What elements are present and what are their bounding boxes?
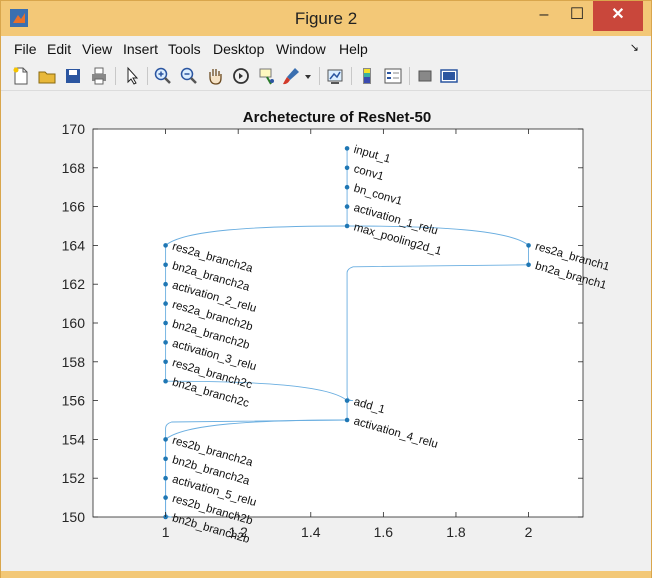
print-icon[interactable] bbox=[89, 66, 109, 86]
y-tick-label: 170 bbox=[62, 121, 86, 137]
graph-node-marker[interactable] bbox=[526, 262, 531, 268]
x-tick-label: 1.6 bbox=[374, 524, 394, 540]
brush-icon[interactable] bbox=[281, 66, 301, 86]
graph-node-marker[interactable] bbox=[344, 398, 350, 403]
y-tick-label: 154 bbox=[62, 431, 86, 447]
close-button[interactable]: ✕ bbox=[593, 1, 643, 31]
x-tick-label: 2 bbox=[525, 524, 533, 540]
legend-icon[interactable] bbox=[383, 66, 403, 86]
y-tick-label: 166 bbox=[62, 199, 86, 215]
graph-node-marker[interactable] bbox=[163, 243, 168, 248]
maximize-button[interactable]: ☐ bbox=[561, 1, 593, 31]
menu-insert[interactable]: Insert bbox=[123, 41, 158, 57]
menu-edit[interactable]: Edit bbox=[47, 41, 71, 57]
menu-desktop[interactable]: Desktop bbox=[213, 41, 264, 57]
menu-bar: File Edit View Insert Tools Desktop Wind… bbox=[1, 37, 651, 61]
title-bar[interactable]: Figure 2 – ☐ ✕ bbox=[1, 1, 651, 36]
menu-overflow-icon[interactable]: ↘ bbox=[630, 41, 639, 54]
toolbar bbox=[1, 62, 651, 91]
rotate-3d-icon[interactable] bbox=[231, 66, 251, 86]
graph-node-marker[interactable] bbox=[163, 495, 168, 500]
y-tick-label: 156 bbox=[62, 393, 86, 409]
toolbar-separator bbox=[319, 67, 320, 85]
menu-view[interactable]: View bbox=[82, 41, 112, 57]
x-tick-label: 1.2 bbox=[228, 524, 248, 540]
y-tick-label: 152 bbox=[62, 470, 86, 486]
menu-help[interactable]: Help bbox=[339, 41, 368, 57]
graph-node-marker[interactable] bbox=[163, 437, 168, 442]
menu-file[interactable]: File bbox=[14, 41, 37, 57]
data-cursor-icon[interactable] bbox=[257, 66, 277, 86]
pan-hand-icon[interactable] bbox=[205, 66, 225, 86]
x-tick-label: 1 bbox=[162, 524, 170, 540]
graph-node-marker[interactable] bbox=[163, 378, 168, 384]
graph-node-marker[interactable] bbox=[344, 223, 350, 229]
window-bottom-border bbox=[1, 571, 651, 578]
graph-node-marker[interactable] bbox=[344, 165, 350, 171]
link-plot-icon[interactable] bbox=[325, 66, 345, 86]
graph-node-marker[interactable] bbox=[526, 243, 531, 248]
x-tick-label: 1.8 bbox=[446, 524, 466, 540]
y-tick-label: 150 bbox=[62, 509, 86, 525]
new-figure-icon[interactable] bbox=[11, 66, 31, 86]
toolbar-separator bbox=[115, 67, 116, 85]
graph-node-marker[interactable] bbox=[344, 417, 350, 423]
pointer-icon[interactable] bbox=[123, 66, 143, 86]
brush-dropdown-icon[interactable] bbox=[303, 66, 313, 86]
x-tick-label: 1.4 bbox=[301, 524, 321, 540]
y-tick-label: 160 bbox=[62, 315, 86, 331]
toolbar-separator bbox=[409, 67, 410, 85]
menu-tools[interactable]: Tools bbox=[168, 41, 201, 57]
zoom-in-icon[interactable] bbox=[153, 66, 173, 86]
save-icon[interactable] bbox=[63, 66, 83, 86]
y-tick-label: 158 bbox=[62, 354, 86, 370]
graph-node-marker[interactable] bbox=[163, 359, 168, 365]
hide-plot-tools-icon[interactable] bbox=[415, 66, 435, 86]
menu-window[interactable]: Window bbox=[276, 41, 326, 57]
figure-window: Figure 2 – ☐ ✕ File Edit View Insert Too… bbox=[0, 0, 652, 578]
y-tick-label: 162 bbox=[62, 276, 86, 292]
show-plot-tools-icon[interactable] bbox=[439, 66, 459, 86]
chart-title: Archetecture of ResNet-50 bbox=[243, 109, 431, 126]
graph-node-marker[interactable] bbox=[163, 301, 168, 306]
y-tick-label: 168 bbox=[62, 160, 86, 176]
graph-node-marker[interactable] bbox=[163, 340, 168, 345]
open-file-icon[interactable] bbox=[37, 66, 57, 86]
minimize-button[interactable]: – bbox=[529, 1, 559, 31]
graph-node-marker[interactable] bbox=[344, 146, 350, 151]
y-tick-label: 164 bbox=[62, 237, 86, 253]
graph-node-marker[interactable] bbox=[344, 204, 350, 209]
graph-node-marker[interactable] bbox=[344, 184, 350, 190]
toolbar-separator bbox=[147, 67, 148, 85]
graph-node-marker[interactable] bbox=[163, 475, 168, 481]
graph-node-marker[interactable] bbox=[163, 320, 168, 326]
graph-node-marker[interactable] bbox=[163, 262, 168, 268]
graph-node-marker[interactable] bbox=[163, 281, 168, 287]
graph-node-marker[interactable] bbox=[163, 456, 168, 462]
zoom-out-icon[interactable] bbox=[179, 66, 199, 86]
toolbar-separator bbox=[351, 67, 352, 85]
chart-canvas[interactable]: Archetecture of ResNet-50 input_1conv1bn… bbox=[1, 91, 651, 569]
colorbar-icon[interactable] bbox=[357, 66, 377, 86]
